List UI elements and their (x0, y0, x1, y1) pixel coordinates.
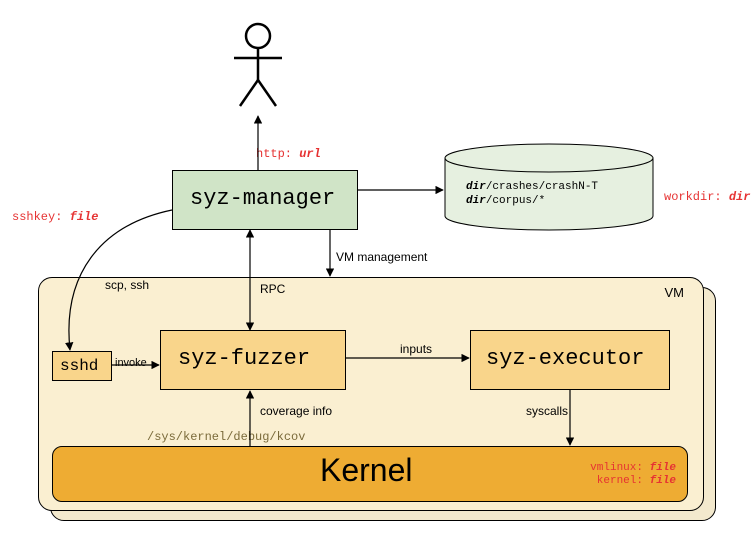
kcov-path: /sys/kernel/debug/kcov (147, 430, 305, 444)
edge-inputs: inputs (400, 342, 432, 356)
edge-syscalls: syscalls (526, 404, 568, 418)
storage-line2: dir/corpus/* (466, 195, 545, 207)
actor-icon (228, 22, 288, 110)
diagram-canvas: VM Kernel /sys/kernel/debug/kcov vmlinux… (0, 0, 754, 546)
edge-rpc: RPC (260, 282, 285, 296)
syz-manager-label: syz-manager (190, 186, 335, 211)
vm-label: VM (665, 285, 685, 300)
http-annotation: http: url (256, 147, 321, 161)
edge-vm-mgmt: VM management (336, 250, 427, 264)
vmlinux-annotation: vmlinux: file kernel: file (590, 462, 676, 488)
sshd-label: sshd (60, 357, 98, 375)
sshkey-annotation: sshkey: file (12, 210, 98, 224)
workdir-annotation: workdir: dir (664, 190, 750, 204)
edge-scp-ssh: scp, ssh (105, 278, 149, 292)
edge-coverage: coverage info (260, 404, 332, 418)
edge-invoke: invoke (115, 357, 147, 369)
kernel-label: Kernel (320, 452, 413, 489)
storage-line1: dir/crashes/crashN-T (466, 181, 598, 193)
syz-executor-label: syz-executor (486, 346, 644, 371)
syz-fuzzer-label: syz-fuzzer (178, 346, 310, 371)
